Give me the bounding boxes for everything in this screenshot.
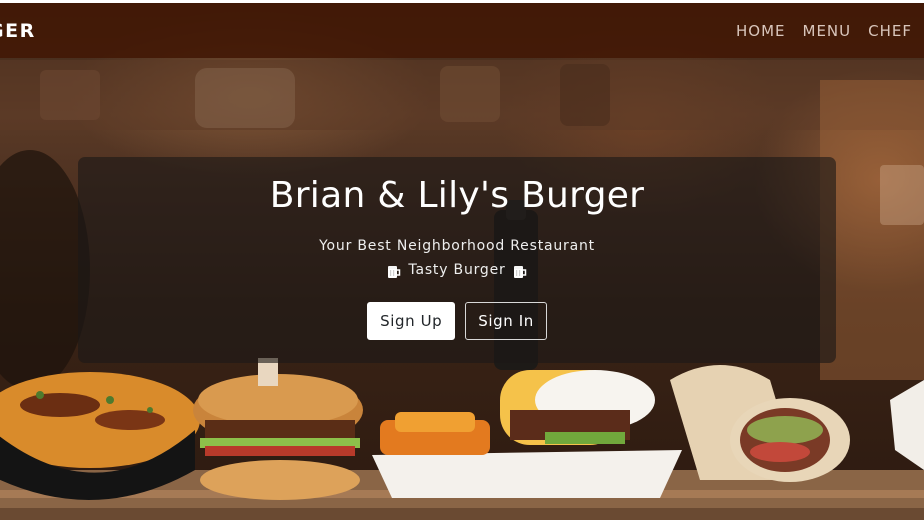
landing-page: GER HOME MENU CHEF Brian & Lily's Burger… (0, 0, 924, 520)
hero-card: Brian & Lily's Burger Your Best Neighbor… (78, 157, 836, 363)
nav-link-menu[interactable]: MENU (803, 22, 852, 40)
beer-mug-icon (387, 263, 401, 278)
hero-title: Brian & Lily's Burger (269, 175, 645, 216)
nav-links: HOME MENU CHEF (719, 22, 912, 40)
hero-tagline-text: Tasty Burger (408, 262, 506, 278)
beer-mug-icon (513, 263, 527, 278)
brand-logo-text[interactable]: GER (0, 20, 36, 42)
nav-link-home[interactable]: HOME (736, 22, 786, 40)
nav-link-chef[interactable]: CHEF (868, 22, 912, 40)
hero-subtitle: Your Best Neighborhood Restaurant (319, 238, 595, 254)
sign-up-button[interactable]: Sign Up (367, 302, 456, 340)
hero-button-row: Sign Up Sign In (78, 302, 836, 340)
sign-in-button[interactable]: Sign In (465, 302, 547, 340)
hero-tagline-row: Tasty Burger (78, 258, 836, 282)
navbar: GER HOME MENU CHEF (0, 3, 924, 58)
